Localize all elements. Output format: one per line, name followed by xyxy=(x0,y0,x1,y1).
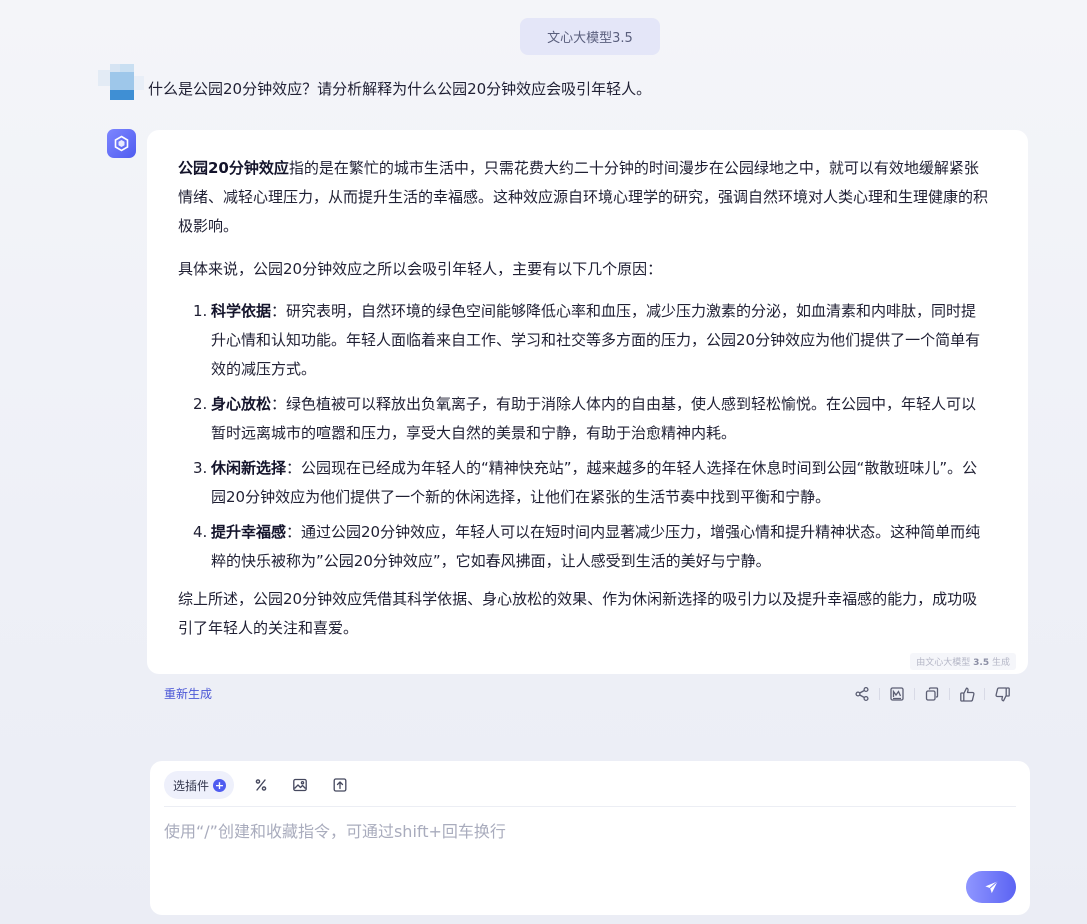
model-name-badge[interactable]: 文心大模型3.5 xyxy=(520,18,660,55)
ernie-logo-icon xyxy=(114,135,129,152)
prompt-input[interactable] xyxy=(164,811,1004,851)
answer-actions xyxy=(850,682,1014,706)
message-composer: 选插件 + xyxy=(150,761,1030,915)
generated-by-version: 3.5 xyxy=(973,658,990,668)
list-item-title: 提升幸福感 xyxy=(211,523,287,541)
poster-icon[interactable] xyxy=(885,682,909,706)
ernie-bot-avatar xyxy=(107,129,136,158)
action-divider xyxy=(984,688,985,700)
answer-intro-text: 指的是在繁忙的城市生活中，只需花费大约二十分钟的时间漫步在公园绿地之中，就可以有… xyxy=(178,159,989,235)
generated-by-prefix: 由文心大模型 xyxy=(916,658,974,668)
file-upload-icon[interactable] xyxy=(330,775,350,795)
send-icon xyxy=(984,880,998,893)
copy-icon[interactable] xyxy=(920,682,944,706)
share-icon[interactable] xyxy=(850,682,874,706)
generated-by-suffix: 生成 xyxy=(989,658,1010,668)
image-upload-icon[interactable] xyxy=(290,775,310,795)
list-item: 3. 休闲新选择：公园现在已经成为年轻人的“精神快充站”，越来越多的年轻人选择在休… xyxy=(178,454,988,512)
answer-conclusion: 综上所述，公园20分钟效应凭借其科学依据、身心放松的效果、作为休闲新选择的吸引力… xyxy=(178,590,978,637)
generated-by-note: 由文心大模型 3.5 生成 xyxy=(910,653,1016,670)
list-item-title: 休闲新选择 xyxy=(211,459,287,477)
reasons-list: 1. 科学依据：研究表明，自然环境的绿色空间能够降低心率和血压，减少压力激素的分泌… xyxy=(178,297,988,576)
list-item: 1. 科学依据：研究表明，自然环境的绿色空间能够降低心率和血压，减少压力激素的分泌… xyxy=(178,297,988,384)
thumbs-down-icon[interactable] xyxy=(990,682,1014,706)
list-item-number: 3. xyxy=(193,459,208,477)
send-button[interactable] xyxy=(966,871,1016,903)
chat-page: 文心大模型3.5 什么是公园20分钟效应？请分析解释为什么公园20分钟效应会吸引… xyxy=(0,0,1087,924)
select-plugin-button[interactable]: 选插件 + xyxy=(164,771,235,799)
list-item-title: 科学依据 xyxy=(211,302,272,320)
user-message: 什么是公园20分钟效应？请分析解释为什么公园20分钟效应会吸引年轻人。 xyxy=(148,80,652,98)
list-item: 4. 提升幸福感：通过公园20分钟效应，年轻人可以在短时间内显著减少压力，增强心情… xyxy=(178,518,988,576)
regenerate-button[interactable]: 重新生成 xyxy=(164,685,212,702)
assistant-answer-card: 公园20分钟效应指的是在繁忙的城市生活中，只需花费大约二十分钟的时间漫步在公园绿… xyxy=(147,130,1028,674)
answer-intro-term: 公园20分钟效应 xyxy=(178,159,289,177)
plus-icon: + xyxy=(213,778,227,792)
list-item-number: 4. xyxy=(193,523,208,541)
list-item-title: 身心放松 xyxy=(211,395,272,413)
action-divider xyxy=(949,688,950,700)
answer-lead-in: 具体来说，公园20分钟效应之所以会吸引年轻人，主要有以下几个原因： xyxy=(178,260,663,278)
list-item-text: ：研究表明，自然环境的绿色空间能够降低心率和血压，减少压力激素的分泌，如血清素和… xyxy=(211,302,981,378)
command-slash-icon[interactable] xyxy=(251,775,271,795)
list-item: 2. 身心放松：绿色植被可以释放出负氧离子，有助于消除人体内的自由基，使人感到轻松… xyxy=(178,390,988,448)
user-avatar xyxy=(98,62,146,102)
answer-intro: 公园20分钟效应指的是在繁忙的城市生活中，只需花费大约二十分钟的时间漫步在公园绿… xyxy=(178,154,988,241)
list-item-number: 2. xyxy=(193,395,208,413)
action-divider xyxy=(914,688,915,700)
thumbs-up-icon[interactable] xyxy=(955,682,979,706)
list-item-text: ：绿色植被可以释放出负氧离子，有助于消除人体内的自由基，使人感到轻松愉悦。在公园… xyxy=(211,395,977,442)
list-item-text: ：通过公园20分钟效应，年轻人可以在短时间内显著减少压力，增强心情和提升精神状态… xyxy=(211,523,981,570)
list-item-number: 1. xyxy=(193,302,208,320)
action-divider xyxy=(879,688,880,700)
select-plugin-label: 选插件 xyxy=(173,778,210,793)
composer-divider xyxy=(164,806,1016,807)
list-item-text: ：公园现在已经成为年轻人的“精神快充站”，越来越多的年轻人选择在休息时间到公园“… xyxy=(211,459,978,506)
